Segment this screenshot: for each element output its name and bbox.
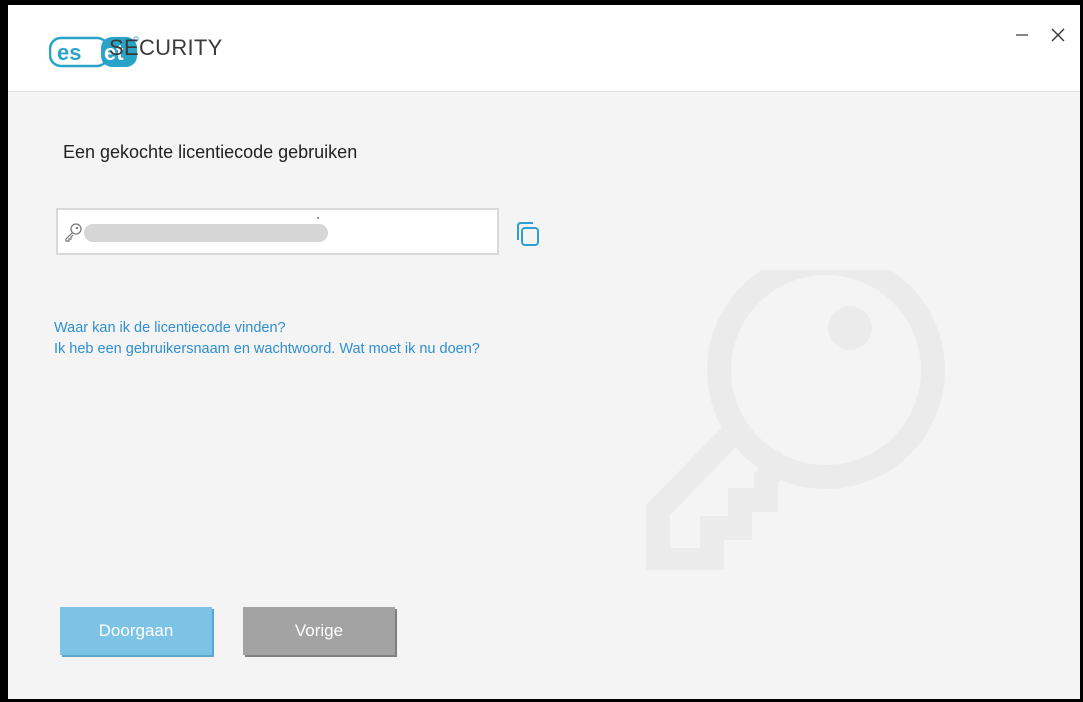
paste-button[interactable]: [513, 218, 541, 248]
minimize-icon: [1016, 34, 1028, 36]
product-name: SECURITY: [109, 35, 223, 60]
page-title: Een gekochte licentiecode gebruiken: [63, 142, 358, 162]
license-key-field[interactable]: [56, 208, 499, 255]
key-icon: [65, 223, 82, 242]
svg-text:es: es: [57, 40, 81, 65]
minimize-button[interactable]: [1002, 19, 1042, 51]
license-key-input[interactable]: [88, 214, 497, 251]
close-icon: [1051, 28, 1065, 42]
find-license-link[interactable]: Waar kan ik de licentiecode vinden?: [54, 318, 544, 339]
username-password-link[interactable]: Ik heb een gebruikersnaam en wachtwoord.…: [54, 339, 544, 360]
background-key-icon: [646, 270, 945, 570]
title-bar: es et SECURITY: [8, 5, 1080, 92]
copy-icon: [517, 222, 539, 246]
continue-button[interactable]: Doorgaan: [60, 607, 212, 655]
activation-window: es et SECURITY Een gekochte licentiecode…: [8, 5, 1080, 699]
back-button[interactable]: Vorige: [243, 607, 395, 655]
help-links: Waar kan ik de licentiecode vinden? Ik h…: [54, 318, 544, 360]
close-button[interactable]: [1038, 19, 1078, 51]
